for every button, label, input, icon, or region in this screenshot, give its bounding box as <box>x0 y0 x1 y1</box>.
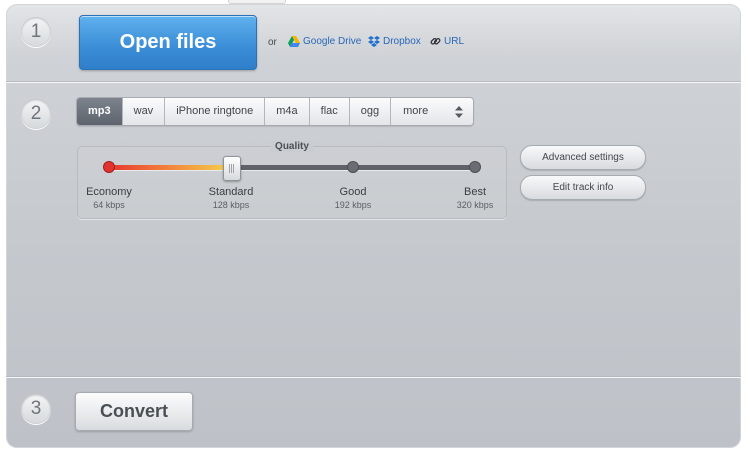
up-down-arrows-icon <box>455 106 464 118</box>
google-drive-link[interactable]: Google Drive <box>288 36 361 47</box>
format-tab-mp3[interactable]: mp3 <box>77 98 123 125</box>
edit-track-info-button[interactable]: Edit track info <box>520 175 646 200</box>
format-tab-m4a[interactable]: m4a <box>265 98 310 125</box>
quality-label-good: Good 192 kbps <box>334 186 372 210</box>
open-files-button[interactable]: Open files <box>79 15 257 70</box>
format-tab-flac[interactable]: flac <box>309 98 350 125</box>
quality-label-standard: Standard 128 kbps <box>208 186 254 210</box>
google-drive-label: Google Drive <box>303 36 362 47</box>
quality-panel: Quality Economy 64 kbps Standard 128 kbp… <box>77 141 507 219</box>
quality-stop-best[interactable] <box>470 162 480 172</box>
step-number-2: 2 <box>21 99 51 129</box>
format-tabs: mp3 wav iPhone ringtone m4a flac ogg mor… <box>76 97 475 126</box>
quality-stop-economy[interactable] <box>104 162 114 172</box>
converter-panel: 1 Open files or Google Drive Dropbox URL… <box>6 4 741 448</box>
format-more-label: more <box>403 105 429 117</box>
format-tab-ogg[interactable]: ogg <box>349 98 392 125</box>
url-link[interactable]: URL <box>430 36 464 47</box>
google-drive-icon <box>288 36 300 47</box>
step-number-1: 1 <box>21 17 51 47</box>
quality-slider-handle[interactable] <box>223 156 241 181</box>
quality-title: Quality <box>78 141 506 152</box>
format-more-select[interactable]: more <box>391 98 474 125</box>
or-label: or <box>268 37 277 48</box>
quality-slider-fill <box>104 165 231 170</box>
convert-button[interactable]: Convert <box>75 392 193 431</box>
format-tab-wav[interactable]: wav <box>122 98 166 125</box>
dropbox-label: Dropbox <box>383 36 421 47</box>
dropbox-link[interactable]: Dropbox <box>368 36 421 47</box>
format-tab-iphone-ringtone[interactable]: iPhone ringtone <box>165 98 266 125</box>
url-label: URL <box>444 36 465 47</box>
advanced-settings-button[interactable]: Advanced settings <box>520 145 646 170</box>
section-divider <box>6 82 741 83</box>
link-icon <box>430 38 441 45</box>
quality-label-economy: Economy 64 kbps <box>86 186 132 210</box>
section-divider <box>6 377 741 378</box>
step-number-3: 3 <box>21 394 51 424</box>
quality-label-best: Best 320 kbps <box>456 186 494 210</box>
quality-stop-good[interactable] <box>348 162 358 172</box>
dropbox-icon <box>368 36 380 47</box>
